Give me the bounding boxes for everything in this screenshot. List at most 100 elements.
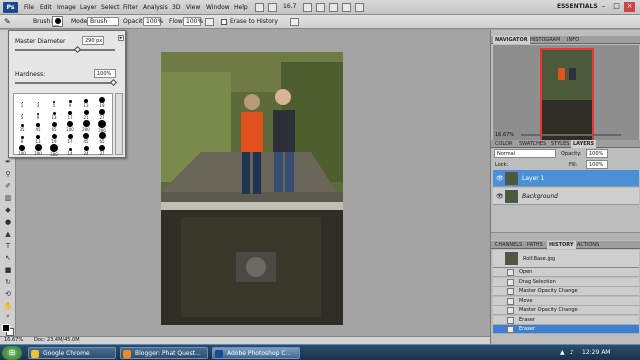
screen-mode-icon[interactable] (355, 3, 364, 12)
tab-layers[interactable]: LAYERS (571, 140, 597, 148)
shape-tool-icon[interactable]: ■ (3, 266, 13, 275)
tab-history[interactable]: HISTORY (547, 241, 576, 249)
history-state[interactable]: Master Opacity Change (493, 306, 639, 315)
history-state[interactable]: Open (493, 268, 639, 277)
menu-layer[interactable]: Layer (80, 2, 97, 13)
status-zoom[interactable]: 16.67% (4, 337, 23, 344)
snapshot-name: Rolf.Base.jpg (523, 256, 556, 262)
history-snapshot[interactable]: Rolf.Base.jpg (493, 250, 639, 268)
layer-opacity-field[interactable]: 100% (586, 149, 608, 158)
brush-preset[interactable]: 300 (48, 144, 60, 159)
history-state[interactable]: Drag Selection (493, 277, 639, 287)
history-state[interactable]: Master Opacity Change (493, 287, 639, 296)
zoom-level[interactable]: 16.7 (283, 3, 296, 10)
rotate-view-icon[interactable] (329, 3, 338, 12)
history-state[interactable]: Eraser (493, 325, 639, 334)
hardness-field[interactable]: 100% (94, 69, 116, 78)
menu-view[interactable]: View (186, 2, 200, 13)
bridge-icon[interactable] (255, 3, 264, 12)
menu-select[interactable]: Select (101, 2, 120, 13)
eraser-tool-icon[interactable]: ✎ (4, 17, 15, 27)
navigator-zoom-slider[interactable] (521, 134, 621, 136)
erase-history-checkbox[interactable] (221, 19, 227, 25)
taskbar-button[interactable]: Blogger: Phat Quest... (120, 347, 208, 359)
menu-analysis[interactable]: Analysis (143, 2, 168, 13)
blend-mode-select[interactable]: Normal (494, 149, 556, 158)
navigator-zoom[interactable]: 16.67% (495, 132, 514, 138)
clone-stamp-icon[interactable]: ⚲ (3, 170, 13, 179)
airbrush-toggle[interactable] (205, 18, 214, 26)
hardness-slider[interactable] (15, 82, 115, 84)
blur-tool-icon[interactable]: ◆ (3, 206, 13, 215)
start-button[interactable]: ⊞ (2, 346, 22, 360)
history-brush-icon[interactable]: ✐ (3, 182, 13, 191)
hardness-slider-thumb[interactable] (109, 78, 118, 87)
opacity-field[interactable]: 100% (143, 17, 163, 26)
taskbar-button[interactable]: Adobe Photoshop C... (212, 347, 300, 359)
menu-image[interactable]: Image (57, 2, 76, 13)
document-image[interactable] (161, 52, 343, 325)
tab-actions[interactable]: ACTIONS (575, 241, 601, 249)
workspace-switcher[interactable]: ESSENTIALS (557, 3, 598, 10)
navigator-view-box[interactable] (540, 48, 594, 142)
brush-preset[interactable]: 100 (16, 144, 28, 159)
brush-preset[interactable]: 14 (64, 144, 76, 159)
menu-edit[interactable]: Edit (40, 2, 52, 13)
layer-row[interactable]: 👁 Layer 1 (493, 170, 639, 187)
path-selection-icon[interactable]: ▲ (3, 230, 13, 239)
history-state[interactable]: Move (493, 296, 639, 306)
tray-clock[interactable]: 12:29 AM (582, 347, 610, 359)
diameter-slider-thumb[interactable] (73, 45, 82, 54)
preset-scrollbar[interactable] (115, 93, 123, 155)
minimize-icon[interactable]: – (598, 2, 609, 12)
brush-preset[interactable]: 24 (80, 144, 92, 159)
tab-swatches[interactable]: SWATCHES (517, 140, 548, 148)
menu-file[interactable]: File (24, 2, 34, 13)
zoom-tool-icon-2[interactable]: ⌕ (3, 312, 13, 321)
tab-styles[interactable]: STYLES (549, 140, 571, 148)
brush-preset[interactable]: 27 (96, 144, 108, 159)
navigator-preview[interactable] (493, 45, 639, 145)
tab-info[interactable]: INFO (565, 36, 581, 44)
taskbar-button[interactable]: Google Chrome (28, 347, 116, 359)
menu-3d[interactable]: 3D (172, 2, 180, 13)
fill-field[interactable]: 100% (586, 160, 608, 169)
tab-histogram[interactable]: HISTOGRAM (528, 36, 562, 44)
tray-volume-icon[interactable]: ♪ (570, 347, 574, 359)
gradient-tool-icon[interactable]: ▥ (3, 194, 13, 203)
dodge-tool-icon[interactable]: ● (3, 218, 13, 227)
tab-color[interactable]: COLOR (493, 140, 514, 148)
diameter-field[interactable]: 290 px (82, 36, 104, 45)
tab-channels[interactable]: CHANNELS (493, 241, 524, 249)
foreground-color-swatch[interactable] (2, 324, 10, 332)
tab-navigator[interactable]: NAVIGATOR (493, 36, 530, 44)
brush-preset[interactable]: 200 (32, 144, 44, 159)
tablet-pressure-toggle[interactable] (290, 18, 299, 26)
brush-preset-size: 300 (50, 152, 58, 157)
hand-tool-icon[interactable] (303, 3, 312, 12)
eye-icon[interactable]: 👁 (496, 175, 504, 182)
menu-window[interactable]: Window (206, 2, 230, 13)
layer-row[interactable]: 👁 Background (493, 188, 639, 205)
hand-tool-icon-2[interactable]: ✋ (3, 302, 13, 311)
tab-paths[interactable]: PATHS (525, 241, 545, 249)
diameter-slider[interactable] (15, 49, 115, 51)
tray-network-icon[interactable]: ▲ (560, 347, 565, 359)
minibridge-icon[interactable] (268, 3, 277, 12)
panel-menu-icon[interactable]: ▸ (118, 35, 124, 41)
3d-camera-icon[interactable]: ⟲ (3, 290, 13, 299)
close-icon[interactable]: × (624, 2, 635, 12)
flow-field[interactable]: 100% (183, 17, 203, 26)
3d-rotate-icon[interactable]: ↻ (3, 278, 13, 287)
pen-tool-icon[interactable]: ✒ (3, 158, 13, 167)
eye-icon[interactable]: 👁 (496, 193, 504, 200)
menu-filter[interactable]: Filter (123, 2, 138, 13)
maximize-icon[interactable]: □ (611, 2, 622, 12)
zoom-tool-icon[interactable] (316, 3, 325, 12)
arrange-documents-icon[interactable] (342, 3, 351, 12)
type-tool-icon[interactable]: T (3, 242, 13, 251)
mode-select[interactable]: Brush (87, 17, 119, 26)
menu-help[interactable]: Help (234, 2, 248, 13)
direct-selection-icon[interactable]: ↖ (3, 254, 13, 263)
history-state[interactable]: Eraser (493, 315, 639, 325)
